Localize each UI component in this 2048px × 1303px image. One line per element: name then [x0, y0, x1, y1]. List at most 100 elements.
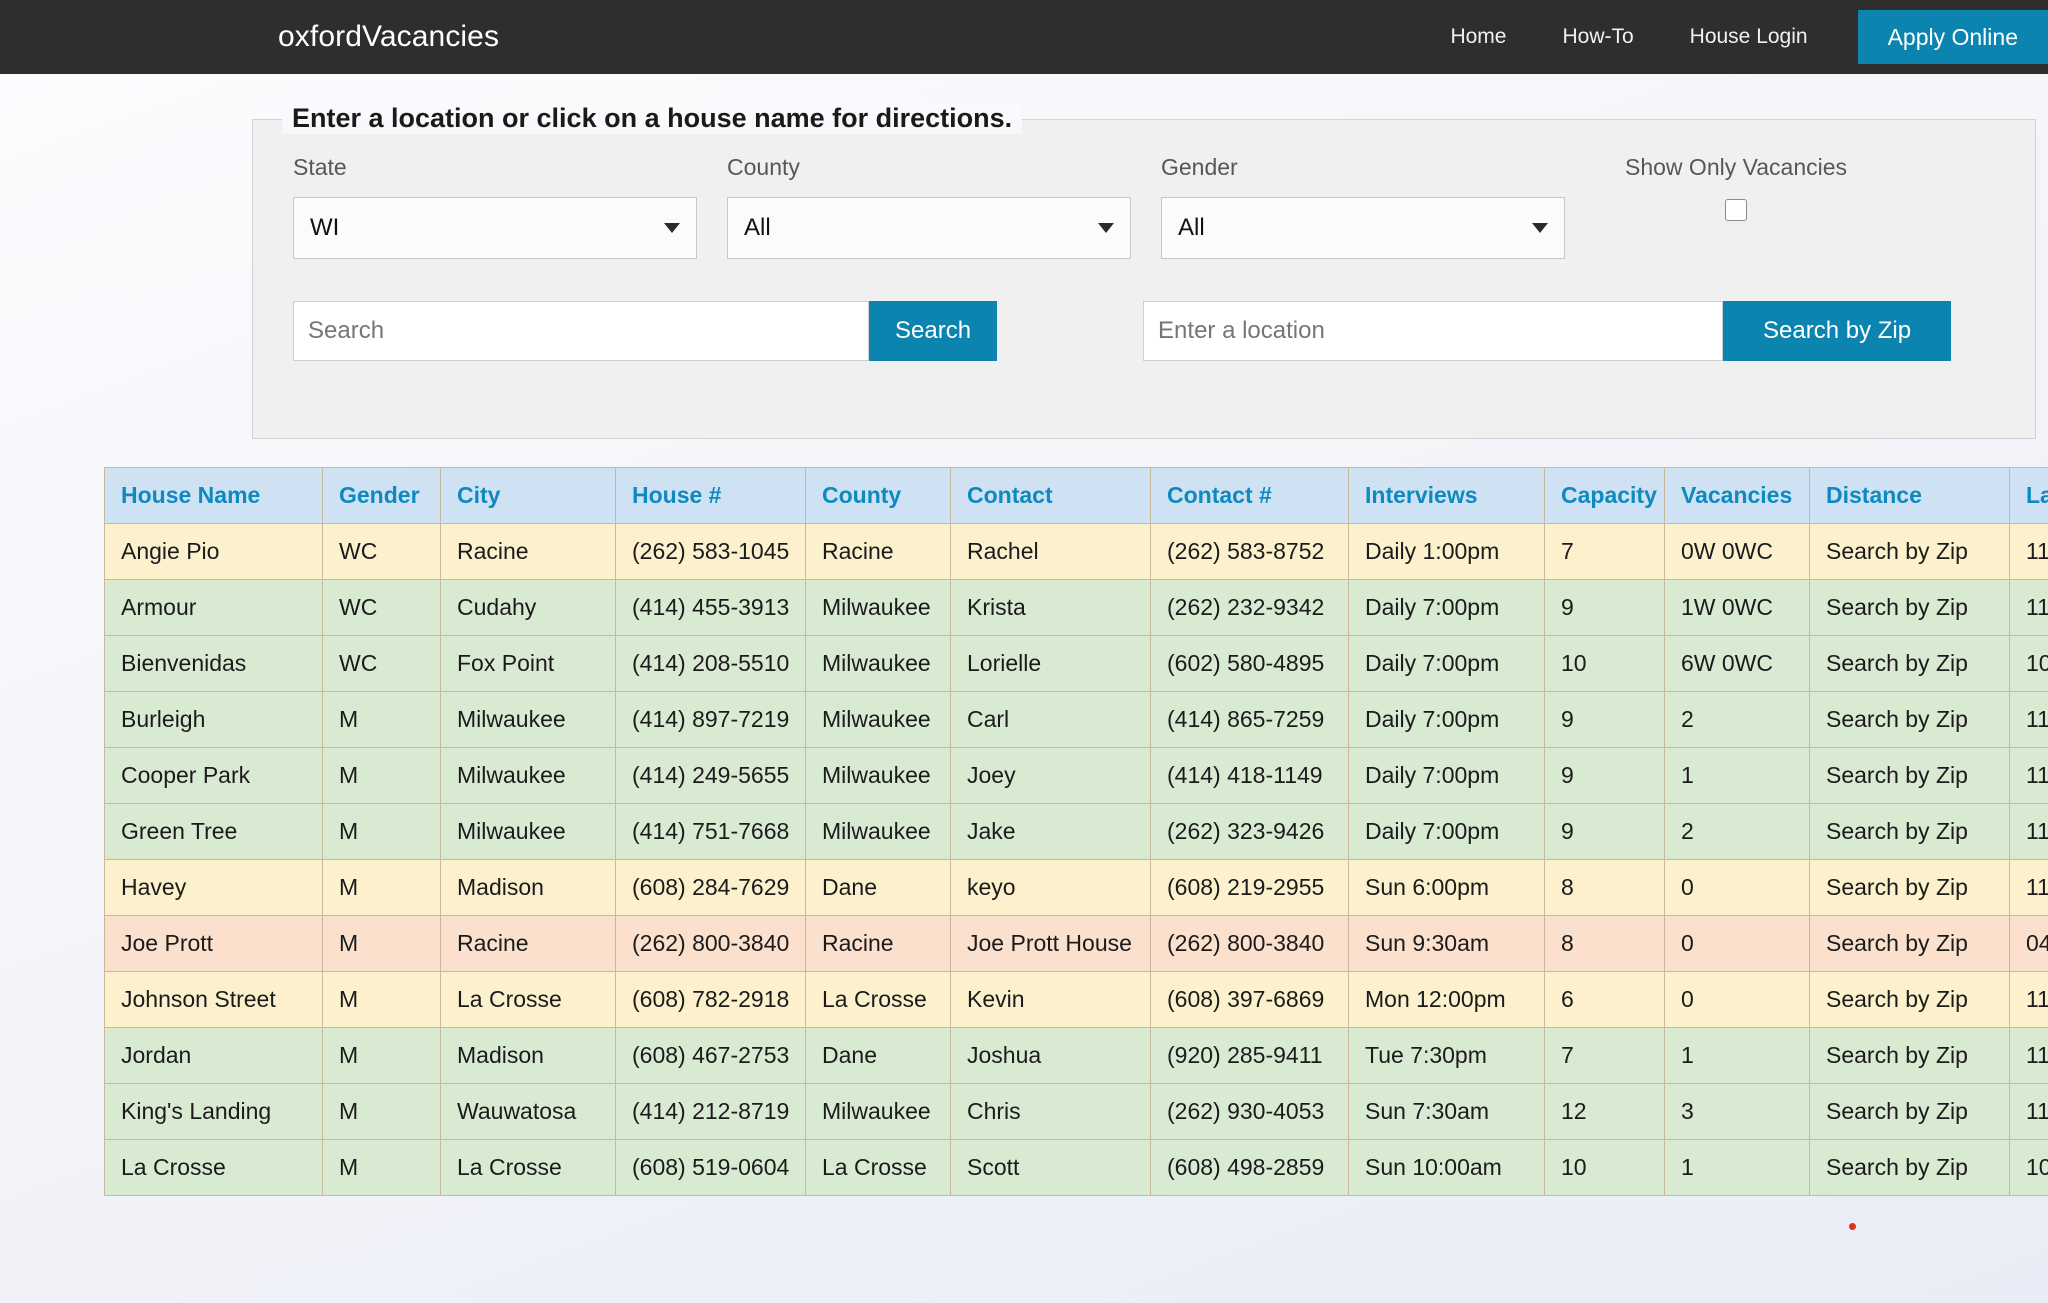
column-header-interviews[interactable]: Interviews	[1348, 467, 1545, 524]
show-only-vacancies-checkbox[interactable]	[1725, 199, 1747, 221]
distance-cell[interactable]: Search by Zip	[1809, 1139, 2010, 1196]
interviews-cell: Daily 7:00pm	[1348, 747, 1545, 804]
distance-cell[interactable]: Search by Zip	[1809, 747, 2010, 804]
search-button[interactable]: Search	[869, 301, 998, 361]
last-updated-cell: 04/03/2023	[2009, 915, 2048, 972]
distance-cell[interactable]: Search by Zip	[1809, 523, 2010, 580]
capacity-cell: 9	[1544, 803, 1665, 860]
gender-cell: WC	[322, 523, 441, 580]
last-updated-cell: 10/30/2023	[2009, 1139, 2048, 1196]
house-name-cell[interactable]: Angie Pio	[104, 523, 323, 580]
house-name-cell[interactable]: Burleigh	[104, 691, 323, 748]
column-header-contact-number[interactable]: Contact #	[1150, 467, 1349, 524]
results-table-container[interactable]: House Name Gender City House # County Co…	[104, 467, 2048, 1196]
table-row[interactable]: Angie Pio WC Racine (262) 583-1045 Racine Rac…	[104, 523, 2048, 580]
column-header-house-name[interactable]: House Name	[104, 467, 323, 524]
column-header-house-number[interactable]: House #	[615, 467, 806, 524]
city-cell: Wauwatosa	[440, 1083, 616, 1140]
search-panel-legend: Enter a location or click on a house nam…	[282, 103, 1023, 134]
house-name-cell[interactable]: Jordan	[104, 1027, 323, 1084]
contact-number-cell: (262) 583-8752	[1150, 523, 1349, 580]
house-name-cell[interactable]: Bienvenidas	[104, 635, 323, 692]
house-name-cell[interactable]: Armour	[104, 579, 323, 636]
house-number-cell: (414) 897-7219	[615, 691, 806, 748]
table-row[interactable]: Burleigh M Milwaukee (414) 897-7219 Milwauke…	[104, 691, 2048, 748]
column-header-distance[interactable]: Distance	[1809, 467, 2010, 524]
column-header-capacity[interactable]: Capacity	[1544, 467, 1665, 524]
table-row[interactable]: King's Landing M Wauwatosa (414) 212-8719 Mi…	[104, 1083, 2048, 1140]
last-updated-cell: 11/06/2023	[2009, 1083, 2048, 1140]
brand-logo[interactable]: oxfordVacancies	[278, 0, 499, 74]
house-name-cell[interactable]: Johnson Street	[104, 971, 323, 1028]
show-only-vacancies-group: Show Only Vacancies	[1625, 154, 1847, 226]
apply-online-button[interactable]: Apply Online	[1857, 10, 2048, 64]
capacity-cell: 9	[1544, 747, 1665, 804]
gender-select[interactable]: All	[1161, 197, 1565, 259]
house-name-cell[interactable]: Green Tree	[104, 803, 323, 860]
interviews-cell: Tue 7:30pm	[1348, 1027, 1545, 1084]
table-row[interactable]: Jordan M Madison (608) 467-2753 Dane Joshua (9…	[104, 1027, 2048, 1084]
distance-cell[interactable]: Search by Zip	[1809, 971, 2010, 1028]
gender-cell: M	[322, 915, 441, 972]
location-input[interactable]	[1143, 301, 1724, 361]
city-cell: Racine	[440, 915, 616, 972]
nav-links: Home How-To House Login Apply Online	[1416, 0, 2048, 74]
table-row[interactable]: Bienvenidas WC Fox Point (414) 208-5510 Milw…	[104, 635, 2048, 692]
column-header-county[interactable]: County	[805, 467, 951, 524]
table-row[interactable]: Cooper Park M Milwaukee (414) 249-5655 Milwa…	[104, 747, 2048, 804]
distance-cell[interactable]: Search by Zip	[1809, 1083, 2010, 1140]
contact-cell: Kevin	[950, 971, 1151, 1028]
house-name-cell[interactable]: Havey	[104, 859, 323, 916]
search-input[interactable]	[293, 301, 869, 361]
column-header-contact[interactable]: Contact	[950, 467, 1151, 524]
gender-label: Gender	[1161, 154, 1238, 180]
distance-cell[interactable]: Search by Zip	[1809, 691, 2010, 748]
nav-item-house-login[interactable]: House Login	[1662, 0, 1836, 74]
capacity-cell: 8	[1544, 915, 1665, 972]
vacancies-table: House Name Gender City House # County Co…	[104, 467, 2048, 1196]
county-cell: Milwaukee	[805, 579, 951, 636]
distance-cell[interactable]: Search by Zip	[1809, 635, 2010, 692]
table-row[interactable]: Armour WC Cudahy (414) 455-3913 Milwaukee Kri…	[104, 579, 2048, 636]
state-label: State	[293, 154, 347, 180]
house-name-cell[interactable]: La Crosse	[104, 1139, 323, 1196]
house-number-cell: (262) 583-1045	[615, 523, 806, 580]
county-select[interactable]: All	[727, 197, 1131, 259]
distance-cell[interactable]: Search by Zip	[1809, 803, 2010, 860]
table-row[interactable]: Johnson Street M La Crosse (608) 782-2918 La…	[104, 971, 2048, 1028]
table-row[interactable]: Joe Prott M Racine (262) 800-3840 Racine Joe …	[104, 915, 2048, 972]
contact-number-cell: (262) 232-9342	[1150, 579, 1349, 636]
county-cell: Milwaukee	[805, 1083, 951, 1140]
chevron-down-icon	[1532, 223, 1548, 233]
distance-cell[interactable]: Search by Zip	[1809, 579, 2010, 636]
house-name-cell[interactable]: Joe Prott	[104, 915, 323, 972]
house-number-cell: (608) 284-7629	[615, 859, 806, 916]
capacity-cell: 10	[1544, 635, 1665, 692]
contact-number-cell: (608) 498-2859	[1150, 1139, 1349, 1196]
county-cell: Dane	[805, 1027, 951, 1084]
state-select[interactable]: WI	[293, 197, 697, 259]
house-name-cell[interactable]: Cooper Park	[104, 747, 323, 804]
distance-cell[interactable]: Search by Zip	[1809, 859, 2010, 916]
column-header-city[interactable]: City	[440, 467, 616, 524]
table-row[interactable]: La Crosse M La Crosse (608) 519-0604 La Cros…	[104, 1139, 2048, 1196]
house-number-cell: (414) 455-3913	[615, 579, 806, 636]
capacity-cell: 6	[1544, 971, 1665, 1028]
column-header-last-updated[interactable]: Last Updated	[2009, 467, 2048, 524]
search-inputs-row: Search Search by Zip	[293, 301, 1995, 361]
table-row[interactable]: Green Tree M Milwaukee (414) 751-7668 Milwau…	[104, 803, 2048, 860]
last-updated-cell: 11/07/2023	[2009, 691, 2048, 748]
column-header-gender[interactable]: Gender	[322, 467, 441, 524]
table-row[interactable]: Havey M Madison (608) 284-7629 Dane keyo (608)…	[104, 859, 2048, 916]
house-name-cell[interactable]: King's Landing	[104, 1083, 323, 1140]
nav-item-how-to[interactable]: How-To	[1534, 0, 1661, 74]
distance-cell[interactable]: Search by Zip	[1809, 915, 2010, 972]
search-by-zip-button[interactable]: Search by Zip	[1723, 301, 1952, 361]
county-cell: La Crosse	[805, 1139, 951, 1196]
distance-cell[interactable]: Search by Zip	[1809, 1027, 2010, 1084]
nav-item-home[interactable]: Home	[1416, 0, 1534, 74]
county-cell: Milwaukee	[805, 635, 951, 692]
contact-number-cell: (262) 323-9426	[1150, 803, 1349, 860]
capacity-cell: 9	[1544, 691, 1665, 748]
column-header-vacancies[interactable]: Vacancies	[1664, 467, 1810, 524]
